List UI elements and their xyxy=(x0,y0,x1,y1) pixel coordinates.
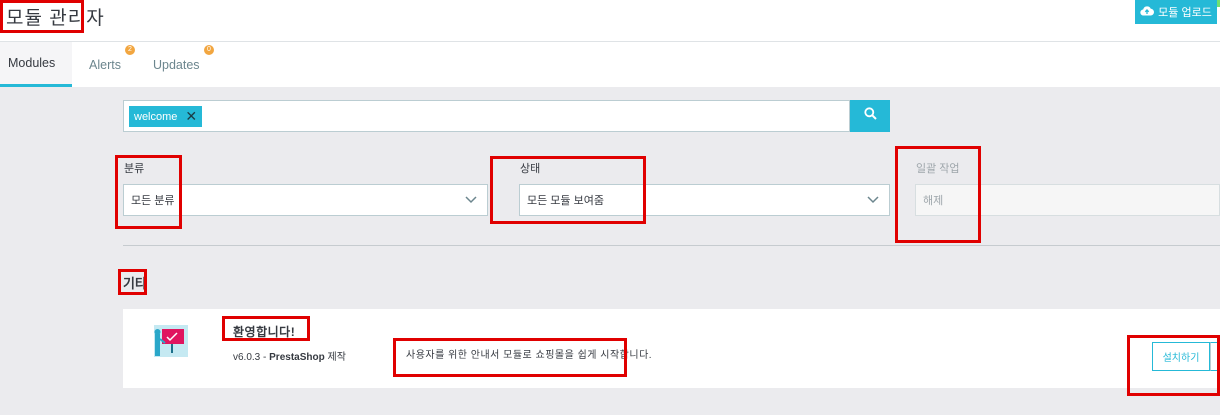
search-tag-label: welcome xyxy=(134,110,178,123)
tab-alerts[interactable]: Alerts 2 xyxy=(89,42,135,87)
module-version: v6.0.3 xyxy=(233,352,261,363)
close-icon[interactable]: ✕ xyxy=(185,108,197,125)
search-tag-chip: welcome ✕ xyxy=(129,106,203,127)
welcome-module-icon xyxy=(154,325,190,357)
bulk-action-select[interactable]: 해제 xyxy=(915,184,1220,216)
module-card: 환영합니다! v6.0.3 - PrestaShop 제작 사용자를 위한 안내… xyxy=(123,309,1220,388)
bulk-action-label: 일괄 작업 xyxy=(916,163,960,175)
section-divider xyxy=(123,245,1220,246)
module-description: 사용자를 위한 안내서 모듈로 쇼핑몰을 쉽게 시작합니다. xyxy=(406,350,653,361)
category-section-title: 기타 xyxy=(123,276,147,291)
search-button[interactable] xyxy=(850,100,890,132)
category-filter-label: 분류 xyxy=(124,163,145,175)
tab-updates-label: Updates xyxy=(153,57,200,72)
upload-module-button[interactable]: 모듈 업로드 xyxy=(1135,0,1220,24)
upload-module-label: 모듈 업로드 xyxy=(1158,7,1212,19)
bulk-action-value: 해제 xyxy=(923,195,944,207)
alerts-count-badge: 2 xyxy=(125,45,135,55)
cloud-upload-icon xyxy=(1140,5,1155,19)
chevron-down-icon xyxy=(867,195,879,207)
chevron-down-icon xyxy=(465,195,477,207)
module-author[interactable]: PrestaShop xyxy=(269,352,325,363)
category-select-value: 모든 분류 xyxy=(131,195,175,207)
search-input[interactable]: welcome ✕ xyxy=(123,100,850,132)
tab-alerts-label: Alerts xyxy=(89,57,121,72)
install-button[interactable]: 설치하기 xyxy=(1152,342,1210,371)
status-filter-label: 상태 xyxy=(520,163,541,175)
module-meta-separator: - xyxy=(260,352,270,363)
tab-modules[interactable]: Modules xyxy=(0,42,72,87)
status-select[interactable]: 모든 모듈 보여줌 xyxy=(519,184,890,216)
module-meta: v6.0.3 - PrestaShop 제작 xyxy=(233,348,346,363)
updates-count-badge: 0 xyxy=(204,45,214,55)
module-name: 환영합니다! xyxy=(233,325,296,339)
tab-updates[interactable]: Updates 0 xyxy=(153,42,214,87)
status-select-value: 모든 모듈 보여줌 xyxy=(527,195,604,207)
tab-modules-label: Modules xyxy=(8,56,56,70)
page-title: 모듈 관리자 xyxy=(6,8,105,29)
search-icon xyxy=(863,107,877,125)
tab-bar: Modules Alerts 2 Updates 0 xyxy=(0,42,1220,87)
module-author-suffix: 제작 xyxy=(327,352,346,363)
header-bar: 모듈 관리자 모듈 업로드 xyxy=(0,0,1220,42)
install-dropdown-toggle[interactable] xyxy=(1210,342,1220,371)
category-select[interactable]: 모든 분류 xyxy=(123,184,488,216)
